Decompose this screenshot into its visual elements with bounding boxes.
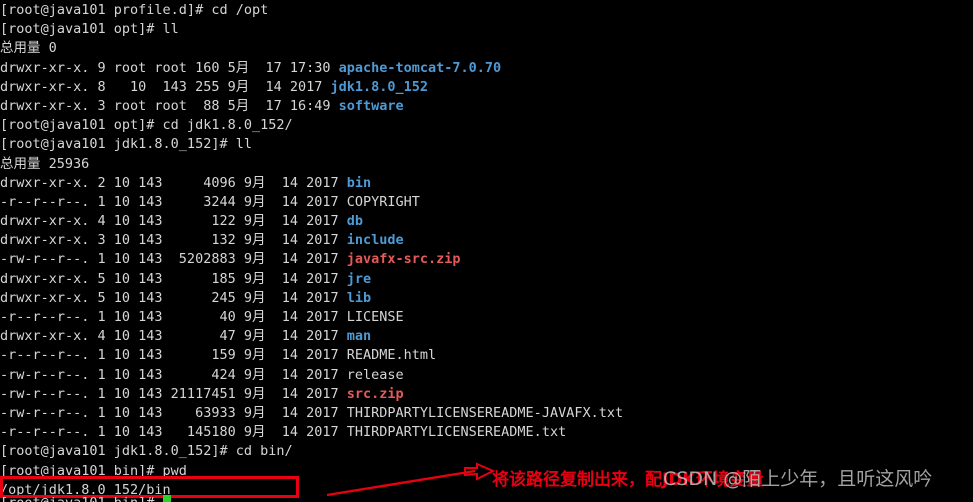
listing-filename: software bbox=[338, 97, 404, 114]
listing-metadata: -r--r--r--. 1 10 143 40 9月 14 2017 bbox=[0, 309, 347, 325]
terminal-line: [root@java101 profile.d]# cd /opt bbox=[0, 1, 973, 20]
terminal-line: [root@java101 jdk1.8.0_152]# cd bin/ bbox=[0, 442, 973, 461]
total-size-line: 总用量 25936 bbox=[0, 155, 90, 172]
terminal-line: [root@java101 opt]# ll bbox=[0, 20, 973, 39]
listing-metadata: drwxr-xr-x. 9 root root 160 5月 17 17:30 bbox=[0, 59, 339, 76]
listing-filename: javafx-src.zip bbox=[346, 251, 461, 268]
listing-metadata: -rw-r--r--. 1 10 143 424 9月 14 2017 bbox=[0, 366, 347, 383]
listing-filename: THIRDPARTYLICENSEREADME-JAVAFX.txt bbox=[346, 404, 624, 421]
terminal-line: drwxr-xr-x. 2 10 143 4096 9月 14 2017 bin bbox=[0, 174, 973, 193]
listing-metadata: -rw-r--r--. 1 10 143 21117451 9月 14 2017 bbox=[0, 385, 347, 402]
shell-prompt-line: [root@java101 jdk1.8.0_152]# ll bbox=[0, 136, 252, 153]
listing-filename: jre bbox=[346, 270, 372, 287]
listing-filename: LICENSE bbox=[346, 309, 404, 325]
listing-filename: lib bbox=[346, 289, 372, 306]
shell-prompt-line: [root@java101 bin]# pwd bbox=[0, 462, 187, 479]
listing-metadata: drwxr-xr-x. 4 10 143 47 9月 14 2017 bbox=[0, 328, 347, 345]
listing-metadata: -rw-r--r--. 1 10 143 5202883 9月 14 2017 bbox=[0, 251, 347, 268]
terminal-line: -r--r--r--. 1 10 143 159 9月 14 2017 READ… bbox=[0, 346, 973, 365]
terminal-line: drwxr-xr-x. 3 10 143 132 9月 14 2017 incl… bbox=[0, 231, 973, 250]
listing-metadata: -r--r--r--. 1 10 143 159 9月 14 2017 bbox=[0, 347, 347, 364]
listing-filename: README.html bbox=[346, 347, 437, 364]
total-size-line: 总用量 0 bbox=[0, 40, 57, 57]
terminal-line: -r--r--r--. 1 10 143 40 9月 14 2017 LICEN… bbox=[0, 308, 973, 327]
cursor-block-icon bbox=[162, 495, 171, 502]
terminal-line: drwxr-xr-x. 5 10 143 185 9月 14 2017 jre bbox=[0, 270, 973, 289]
terminal-window[interactable]: [root@java101 profile.d]# cd /opt [root@j… bbox=[0, 0, 973, 502]
shell-prompt-line: [root@java101 opt]# cd jdk1.8.0_152/ bbox=[0, 117, 293, 134]
terminal-line: -rw-r--r--. 1 10 143 63933 9月 14 2017 TH… bbox=[0, 404, 973, 423]
listing-filename: bin bbox=[346, 174, 372, 191]
terminal-line: drwxr-xr-x. 3 root root 88 5月 17 16:49 s… bbox=[0, 97, 973, 116]
listing-metadata: drwxr-xr-x. 3 root root 88 5月 17 16:49 bbox=[0, 97, 339, 114]
listing-metadata: -rw-r--r--. 1 10 143 63933 9月 14 2017 bbox=[0, 404, 347, 421]
listing-metadata: drwxr-xr-x. 8 10 143 255 9月 14 2017 bbox=[0, 78, 331, 95]
listing-filename: jdk1.8.0_152 bbox=[330, 78, 429, 95]
listing-filename: include bbox=[346, 232, 404, 249]
listing-filename: man bbox=[346, 328, 372, 345]
terminal-line: drwxr-xr-x. 4 10 143 47 9月 14 2017 man bbox=[0, 327, 973, 346]
listing-metadata: drwxr-xr-x. 2 10 143 4096 9月 14 2017 bbox=[0, 174, 347, 191]
terminal-line: -r--r--r--. 1 10 143 145180 9月 14 2017 T… bbox=[0, 423, 973, 442]
listing-filename: THIRDPARTYLICENSEREADME.txt bbox=[346, 424, 567, 441]
terminal-line: 总用量 0 bbox=[0, 39, 973, 58]
terminal-line: -rw-r--r--. 1 10 143 424 9月 14 2017 rele… bbox=[0, 366, 973, 385]
listing-filename: COPYRIGHT bbox=[346, 193, 420, 210]
listing-filename: src.zip bbox=[346, 385, 404, 402]
listing-filename: apache-tomcat-7.0.70 bbox=[338, 59, 502, 76]
terminal-line: -r--r--r--. 1 10 143 3244 9月 14 2017 COP… bbox=[0, 193, 973, 212]
shell-prompt-line: [root@java101 profile.d]# cd /opt bbox=[0, 2, 269, 18]
terminal-line: -rw-r--r--. 1 10 143 5202883 9月 14 2017 … bbox=[0, 250, 973, 269]
terminal-line: drwxr-xr-x. 5 10 143 245 9月 14 2017 lib bbox=[0, 289, 973, 308]
shell-prompt-line: [root@java101 jdk1.8.0_152]# cd bin/ bbox=[0, 443, 293, 460]
bottom-prompt-line[interactable]: [root@java101 bin]# bbox=[0, 494, 171, 502]
terminal-line: -rw-r--r--. 1 10 143 21117451 9月 14 2017… bbox=[0, 385, 973, 404]
terminal-line: [root@java101 jdk1.8.0_152]# ll bbox=[0, 135, 973, 154]
terminal-output[interactable]: [root@java101 profile.d]# cd /opt [root@j… bbox=[0, 1, 973, 500]
terminal-line: drwxr-xr-x. 9 root root 160 5月 17 17:30 … bbox=[0, 59, 973, 78]
listing-metadata: drwxr-xr-x. 5 10 143 185 9月 14 2017 bbox=[0, 270, 347, 287]
terminal-line: drwxr-xr-x. 8 10 143 255 9月 14 2017 jdk1… bbox=[0, 78, 973, 97]
listing-filename: db bbox=[346, 213, 364, 230]
shell-prompt-line: [root@java101 opt]# ll bbox=[0, 21, 179, 38]
listing-metadata: drwxr-xr-x. 3 10 143 132 9月 14 2017 bbox=[0, 232, 347, 249]
listing-metadata: drwxr-xr-x. 4 10 143 122 9月 14 2017 bbox=[0, 213, 347, 230]
bottom-prompt-text: [root@java101 bin]# bbox=[0, 495, 163, 502]
terminal-line: 总用量 25936 bbox=[0, 155, 973, 174]
terminal-line: drwxr-xr-x. 4 10 143 122 9月 14 2017 db bbox=[0, 212, 973, 231]
listing-metadata: -r--r--r--. 1 10 143 145180 9月 14 2017 bbox=[0, 424, 347, 441]
listing-metadata: -r--r--r--. 1 10 143 3244 9月 14 2017 bbox=[0, 193, 347, 210]
listing-filename: release bbox=[346, 366, 404, 383]
csdn-watermark: CSDN @陌上少年，且听这风吟 bbox=[663, 468, 933, 490]
terminal-line: [root@java101 opt]# cd jdk1.8.0_152/ bbox=[0, 116, 973, 135]
listing-metadata: drwxr-xr-x. 5 10 143 245 9月 14 2017 bbox=[0, 289, 347, 306]
